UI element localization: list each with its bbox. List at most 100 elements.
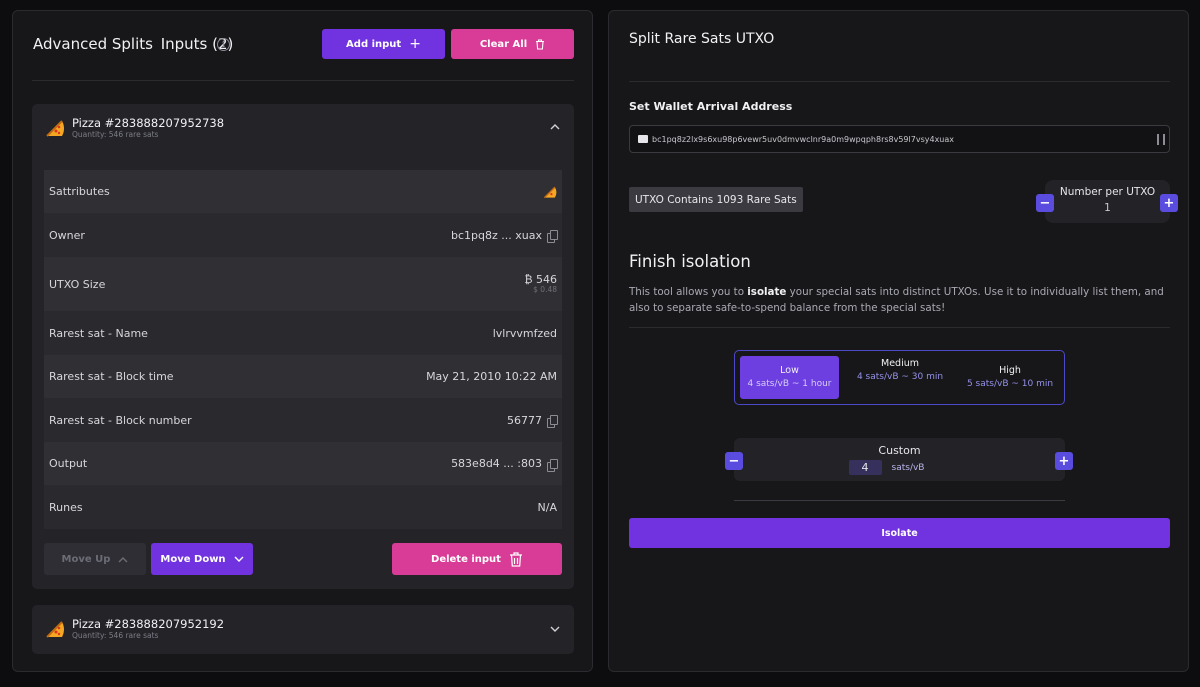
fee-option-medium[interactable]: Medium 4 sats/vB ~ 30 min	[853, 356, 947, 399]
runes-value: N/A	[537, 500, 557, 514]
chevron-down-icon[interactable]	[550, 626, 560, 633]
panel-title: Advanced Splits Inputs (2)	[33, 35, 233, 53]
title-divider	[629, 81, 1170, 82]
utxo-size-value: 546	[536, 272, 557, 286]
advanced-splits-panel: Advanced Splits Inputs (2) i Add input +…	[12, 10, 593, 672]
detail-row-owner: Owner bc1pq8z ... xuax	[44, 213, 562, 257]
detail-row-block-time: Rarest sat - Block time May 21, 2010 10:…	[44, 355, 562, 398]
detail-row-utxo-size: UTXO Size ₿ 546 $ 0.48	[44, 257, 562, 311]
move-down-button[interactable]: Move Down	[151, 543, 253, 575]
minus-icon: −	[728, 453, 740, 469]
panel-title: Split Rare Sats UTXO	[629, 31, 775, 47]
isolate-label: Isolate	[881, 527, 918, 539]
custom-fee-label: Custom	[878, 444, 921, 457]
row-label: Rarest sat - Name	[49, 326, 148, 340]
row-label: Sattributes	[49, 185, 110, 198]
copy-icon[interactable]	[547, 415, 558, 428]
fee-option-high[interactable]: High 5 sats/vB ~ 10 min	[960, 356, 1060, 399]
block-time-value: May 21, 2010 10:22 AM	[426, 370, 557, 383]
advanced-splits-title: Advanced Splits	[33, 35, 153, 53]
wallet-address-value: bc1pq8z2lx9s6xu98p6vewr5uv0dmvwclnr9a0m9…	[652, 134, 955, 144]
fee-desc: 4 sats/vB ~ 1 hour	[747, 379, 832, 389]
description-text: This tool allows you to	[629, 286, 748, 298]
utxo-usd-value: $ 0.48	[533, 284, 557, 294]
utxo-contains-badge: UTXO Contains 1093 Rare Sats	[629, 187, 803, 212]
custom-increment-button[interactable]: +	[1055, 452, 1073, 470]
row-label: Runes	[49, 500, 83, 514]
trash-icon	[509, 551, 522, 567]
output-value: 583e8d4 ... :803	[451, 457, 542, 470]
plus-icon: +	[1163, 195, 1175, 211]
custom-divider	[734, 500, 1065, 501]
detail-row-rarest-name: Rarest sat - Name lvlrvvmfzed	[44, 311, 562, 355]
fee-desc: 5 sats/vB ~ 10 min	[966, 379, 1054, 389]
sats-icon: ₿	[524, 272, 536, 286]
number-per-utxo-label: Number per UTXO	[1059, 186, 1156, 198]
input-card-expanded: Pizza #283888207952738 Quantity: 546 rar…	[32, 104, 574, 589]
custom-decrement-button[interactable]: −	[725, 452, 743, 470]
pizza-icon	[46, 621, 65, 638]
move-up-button[interactable]: Move Up	[44, 543, 146, 575]
number-per-utxo-stepper: Number per UTXO 1	[1045, 180, 1170, 223]
row-label: UTXO Size	[49, 277, 106, 291]
row-label: Rarest sat - Block time	[49, 370, 174, 383]
custom-fee-unit: sats/vB	[891, 462, 925, 473]
section-divider	[629, 327, 1170, 328]
increment-button[interactable]: +	[1160, 194, 1178, 212]
decrement-button[interactable]: −	[1036, 194, 1054, 212]
fee-selector: Low 4 sats/vB ~ 1 hour Medium 4 sats/vB …	[734, 350, 1065, 405]
finish-isolation-heading: Finish isolation	[629, 252, 751, 271]
input-card-collapsed[interactable]: Pizza #283888207952192 Quantity: 546 rar…	[32, 605, 574, 654]
fee-desc: 4 sats/vB ~ 30 min	[856, 372, 944, 382]
move-up-label: Move Up	[61, 553, 111, 565]
chevron-up-icon[interactable]	[550, 123, 560, 130]
delete-input-label: Delete input	[431, 553, 501, 565]
rarest-name-value: lvlrvvmfzed	[492, 326, 557, 340]
fee-option-low[interactable]: Low 4 sats/vB ~ 1 hour	[740, 356, 839, 399]
fee-name: Medium	[881, 358, 919, 369]
isolate-button[interactable]: Isolate	[629, 518, 1170, 548]
chevron-up-icon	[118, 556, 128, 562]
detail-row-sattributes: Sattributes	[44, 170, 562, 213]
copy-icon[interactable]	[547, 458, 558, 472]
trash-icon	[536, 38, 545, 50]
fee-name: Low	[780, 365, 799, 376]
row-label: Owner	[49, 228, 85, 242]
clear-all-label: Clear All	[479, 38, 528, 50]
owner-value: bc1pq8z ... xuax	[451, 228, 542, 242]
pizza-icon	[46, 120, 65, 137]
move-down-label: Move Down	[160, 553, 226, 565]
info-icon[interactable]: i	[217, 38, 230, 51]
detail-row-runes: Runes N/A	[44, 485, 562, 529]
clear-all-button[interactable]: Clear All	[451, 29, 574, 59]
number-per-utxo-value[interactable]: 1	[1045, 202, 1170, 214]
utxo-contains-text: UTXO Contains 1093 Rare Sats	[635, 193, 797, 206]
minus-icon: −	[1039, 195, 1051, 211]
row-label: Output	[49, 457, 88, 470]
arrival-address-label: Set Wallet Arrival Address	[629, 100, 793, 113]
card-title: Pizza #283888207952192	[72, 617, 225, 631]
fee-name: High	[999, 365, 1021, 376]
wallet-address-field[interactable]: bc1pq8z2lx9s6xu98p6vewr5uv0dmvwclnr9a0m9…	[629, 125, 1170, 153]
delete-input-button[interactable]: Delete input	[392, 543, 562, 575]
custom-fee-stepper: Custom 4 sats/vB	[734, 438, 1065, 481]
wallet-icon	[638, 135, 648, 143]
plus-icon: +	[1058, 453, 1070, 469]
detail-row-output: Output 583e8d4 ... :803	[44, 442, 562, 485]
add-input-button[interactable]: Add input +	[322, 29, 445, 59]
split-utxo-panel: Split Rare Sats UTXO Set Wallet Arrival …	[608, 10, 1189, 672]
add-input-label: Add input	[346, 38, 402, 50]
detail-row-block-number: Rarest sat - Block number 56777	[44, 398, 562, 442]
row-label: Rarest sat - Block number	[49, 413, 192, 427]
custom-fee-value[interactable]: 4	[848, 460, 882, 475]
chevron-down-icon	[234, 556, 244, 562]
isolation-description: This tool allows you to isolate your spe…	[629, 284, 1174, 316]
plus-icon: +	[409, 36, 421, 52]
card-title: Pizza #283888207952738	[72, 116, 225, 130]
block-number-value: 56777	[507, 413, 542, 427]
description-bold: isolate	[747, 286, 787, 298]
header-divider	[32, 80, 574, 81]
card-quantity: Quantity: 546 rare sats	[72, 130, 159, 139]
copy-icon[interactable]	[547, 230, 558, 243]
paste-icon[interactable]	[1157, 134, 1165, 145]
